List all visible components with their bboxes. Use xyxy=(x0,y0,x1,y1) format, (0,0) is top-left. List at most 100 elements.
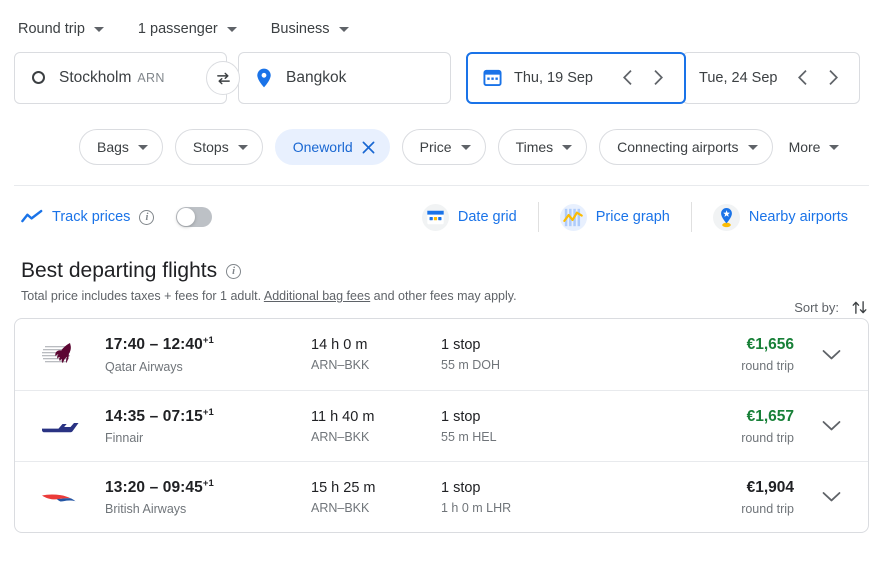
chevron-down-icon xyxy=(748,145,758,150)
page-title-row: Best departing flights i xyxy=(21,259,869,283)
expand-cell xyxy=(802,420,860,432)
cabin-class-selector[interactable]: Business xyxy=(267,17,353,41)
info-icon[interactable]: i xyxy=(139,210,154,225)
date-fields-group: Thu, 19 Sep Tue, 24 Sep xyxy=(466,52,860,104)
filter-chip-connecting-airports[interactable]: Connecting airports xyxy=(599,129,772,165)
swap-horizontal-icon xyxy=(215,70,232,87)
day-offset: +1 xyxy=(203,478,214,489)
stops-count: 1 stop xyxy=(441,337,627,353)
filter-chip-oneworld[interactable]: Oneworld xyxy=(275,129,390,165)
origin-field[interactable]: Stockholm ARN xyxy=(14,52,227,104)
passengers-label: 1 passenger xyxy=(138,21,218,37)
results-header: Best departing flights i Total price inc… xyxy=(0,248,883,303)
calendar-icon xyxy=(483,68,502,87)
price-note: round trip xyxy=(627,502,794,516)
chevron-down-icon xyxy=(94,27,104,32)
chevron-down-icon xyxy=(461,145,471,150)
filter-label: Times xyxy=(516,139,554,155)
trip-options-bar: Round trip 1 passenger Business xyxy=(0,0,883,44)
track-prices-toggle[interactable] xyxy=(176,207,212,227)
chevron-down-icon xyxy=(339,27,349,32)
filter-chip-bags[interactable]: Bags xyxy=(79,129,163,165)
location-pin-icon xyxy=(256,68,272,88)
layover-detail: 1 h 0 m LHR xyxy=(441,501,627,515)
swap-locations-button[interactable] xyxy=(206,61,240,95)
departure-date-nav xyxy=(615,66,670,90)
tools-bar: Track prices i Date grid xyxy=(0,186,883,248)
flight-times: 17:40 – 12:40+1 xyxy=(105,335,311,354)
filter-label: Connecting airports xyxy=(617,139,738,155)
time-separator: – xyxy=(150,408,163,425)
previous-day-icon[interactable] xyxy=(615,66,639,90)
chevron-down-icon xyxy=(138,145,148,150)
flight-duration: 14 h 0 m xyxy=(311,337,441,353)
destination-city: Bangkok xyxy=(286,69,346,87)
destination-field[interactable]: Bangkok xyxy=(238,52,451,104)
flight-results-card: 17:40 – 12:40+1 Qatar Airways 14 h 0 m A… xyxy=(14,318,869,533)
filter-chip-stops[interactable]: Stops xyxy=(175,129,263,165)
flight-price: €1,656 xyxy=(627,336,794,354)
date-grid-button[interactable]: Date grid xyxy=(401,204,538,231)
price-cell: €1,904 round trip xyxy=(627,479,802,516)
chevron-down-icon xyxy=(227,27,237,32)
duration-cell: 15 h 25 m ARN–BKK xyxy=(311,480,441,515)
close-icon[interactable] xyxy=(362,141,375,154)
additional-bag-fees-link[interactable]: Additional bag fees xyxy=(264,289,370,303)
trip-type-selector[interactable]: Round trip xyxy=(14,17,108,41)
arrival-time: 09:45 xyxy=(163,479,203,496)
chevron-down-icon[interactable] xyxy=(822,420,841,432)
stops-count: 1 stop xyxy=(441,409,627,425)
price-graph-button[interactable]: Price graph xyxy=(539,204,691,231)
expand-cell xyxy=(802,491,860,503)
view-tools-group: Date grid Price graph xyxy=(401,202,869,232)
filter-label: More xyxy=(789,139,821,155)
next-day-icon[interactable] xyxy=(646,66,670,90)
page-title: Best departing flights xyxy=(21,259,217,283)
departure-time: 13:20 xyxy=(105,479,145,496)
flight-times: 13:20 – 09:45+1 xyxy=(105,478,311,497)
sort-by-label: Sort by: xyxy=(794,300,839,315)
passengers-selector[interactable]: 1 passenger xyxy=(134,17,241,41)
filter-chip-more[interactable]: More xyxy=(785,139,844,155)
price-cell: €1,656 round trip xyxy=(627,336,802,373)
chevron-down-icon[interactable] xyxy=(822,491,841,503)
table-row[interactable]: 14:35 – 07:15+1 Finnair 11 h 40 m ARN–BK… xyxy=(15,390,868,461)
table-row[interactable]: 13:20 – 09:45+1 British Airways 15 h 25 … xyxy=(15,461,868,532)
previous-day-icon[interactable] xyxy=(790,66,814,90)
track-prices-label[interactable]: Track prices xyxy=(52,209,130,225)
time-separator: – xyxy=(150,337,163,354)
origin-value: Stockholm ARN xyxy=(59,69,165,87)
destination-value: Bangkok xyxy=(286,69,346,87)
origin-code: ARN xyxy=(137,71,164,85)
sort-control[interactable]: Sort by: xyxy=(794,298,869,317)
table-row[interactable]: 17:40 – 12:40+1 Qatar Airways 14 h 0 m A… xyxy=(15,319,868,390)
flight-price: €1,904 xyxy=(627,479,794,497)
search-fields-row: Stockholm ARN Bangkok xyxy=(0,44,883,106)
airline-logo-cell xyxy=(15,339,105,371)
chevron-down-icon[interactable] xyxy=(822,349,841,361)
sort-icon[interactable] xyxy=(850,298,869,317)
british-airways-logo xyxy=(39,481,81,513)
return-date-nav xyxy=(790,66,845,90)
flight-route: ARN–BKK xyxy=(311,430,441,444)
arrival-time: 12:40 xyxy=(163,337,203,354)
layover-detail: 55 m DOH xyxy=(441,358,627,372)
day-offset: +1 xyxy=(203,407,214,418)
nearby-airports-button[interactable]: Nearby airports xyxy=(692,204,869,231)
next-day-icon[interactable] xyxy=(821,66,845,90)
trend-line-icon xyxy=(21,209,43,225)
flight-times: 14:35 – 07:15+1 xyxy=(105,407,311,426)
layover-detail: 55 m HEL xyxy=(441,430,627,444)
info-icon[interactable]: i xyxy=(226,264,241,279)
qatar-airways-logo xyxy=(39,339,81,371)
departure-date-field[interactable]: Thu, 19 Sep xyxy=(466,52,686,104)
stops-cell: 1 stop 55 m DOH xyxy=(441,337,627,372)
filter-chip-times[interactable]: Times xyxy=(498,129,588,165)
filter-chip-price[interactable]: Price xyxy=(402,129,486,165)
chevron-down-icon xyxy=(829,145,839,150)
return-date-field[interactable]: Tue, 24 Sep xyxy=(682,52,860,104)
departure-date-label: Thu, 19 Sep xyxy=(514,70,593,86)
airline-name: Qatar Airways xyxy=(105,360,311,374)
price-note: round trip xyxy=(627,359,794,373)
filter-label: Price xyxy=(420,139,452,155)
